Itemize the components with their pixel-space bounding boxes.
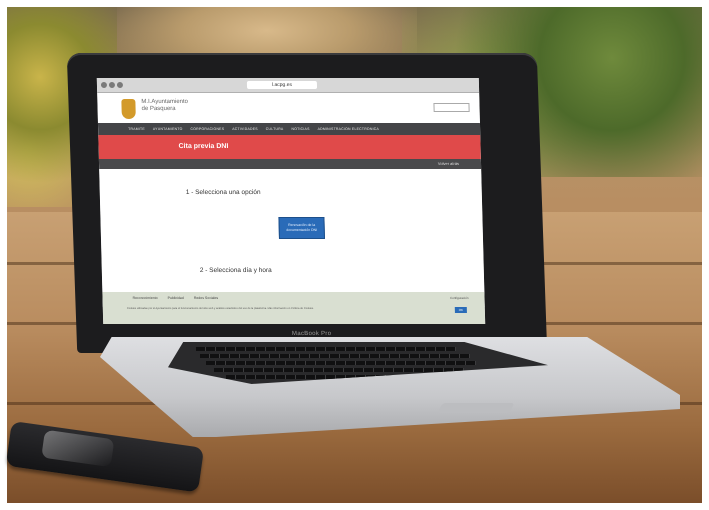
window-minimize-icon[interactable] bbox=[108, 82, 116, 88]
address-bar[interactable]: l.acpg.es bbox=[246, 81, 318, 89]
key-row bbox=[206, 361, 476, 365]
cookie-tabs: Reconocimiento Publicidad Redes Sociales bbox=[132, 296, 218, 300]
laptop-screen: l.acpg.es M.I.Ayuntamiento de Pasquera ♦… bbox=[96, 78, 486, 324]
browser-toolbar: l.acpg.es bbox=[96, 78, 480, 93]
cookie-config-link[interactable]: Configuración bbox=[450, 296, 469, 300]
search-input[interactable] bbox=[433, 103, 470, 112]
cookie-tab-reconocimiento[interactable]: Reconocimiento bbox=[132, 296, 157, 300]
step-2-heading: 2 - Selecciona día y hora bbox=[199, 267, 272, 274]
site-header: M.I.Ayuntamiento de Pasquera ♦ ♦ ♦ bbox=[97, 93, 480, 123]
nav-item-corporaciones[interactable]: CORPORACIONES bbox=[190, 127, 224, 131]
cookie-accept-button[interactable]: OK bbox=[454, 307, 467, 313]
window-zoom-icon[interactable] bbox=[116, 82, 124, 88]
cookie-tab-redes-sociales[interactable]: Redes Sociales bbox=[194, 296, 218, 300]
coat-of-arms-icon[interactable] bbox=[121, 99, 136, 119]
site-title[interactable]: M.I.Ayuntamiento de Pasquera bbox=[141, 99, 201, 113]
step-1-heading: 1 - Selecciona una opción bbox=[185, 189, 261, 196]
option-button[interactable]: Renovación de la documentación DNI bbox=[278, 217, 325, 239]
key-row bbox=[196, 347, 456, 351]
key-row bbox=[214, 368, 464, 372]
main-nav: TRAMITE AYUNTAMIENTO CORPORACIONES ACTIV… bbox=[97, 123, 481, 135]
cookie-banner: Reconocimiento Publicidad Redes Sociales… bbox=[102, 292, 486, 324]
sub-bar: Volver atrás bbox=[98, 159, 482, 169]
site-title-line1: M.I.Ayuntamiento bbox=[141, 99, 189, 105]
nav-item-cultura[interactable]: CULTURA bbox=[266, 127, 284, 131]
nav-item-administracion-electronica[interactable]: ADMINISTRACION ELECTRONICA bbox=[318, 127, 380, 131]
site-title-line2: de Pasquera bbox=[141, 106, 176, 112]
window-close-icon[interactable] bbox=[100, 82, 108, 88]
key-row bbox=[200, 354, 470, 358]
page-title: Cita previa DNI bbox=[178, 143, 229, 150]
nav-item-ayuntamiento[interactable]: AYUNTAMIENTO bbox=[153, 127, 183, 131]
back-link[interactable]: Volver atrás bbox=[438, 161, 459, 166]
laptop-trackpad bbox=[437, 403, 515, 413]
nav-item-actividades[interactable]: ACTIVIDADES bbox=[232, 127, 258, 131]
cookie-text: Cookies utilizadas por el Ayuntamiento p… bbox=[126, 307, 314, 310]
nav-item-noticias[interactable]: NOTICIAS bbox=[291, 127, 309, 131]
page-banner: Cita previa DNI bbox=[98, 135, 481, 159]
phone-screen-glare bbox=[41, 429, 115, 468]
appointment-form: 1 - Selecciona una opción Renovación de … bbox=[99, 169, 485, 307]
cookie-tab-publicidad[interactable]: Publicidad bbox=[168, 296, 184, 300]
laptop-brand-label: MacBook Pro bbox=[291, 331, 332, 337]
nav-item-tramite[interactable]: TRAMITE bbox=[128, 127, 145, 131]
